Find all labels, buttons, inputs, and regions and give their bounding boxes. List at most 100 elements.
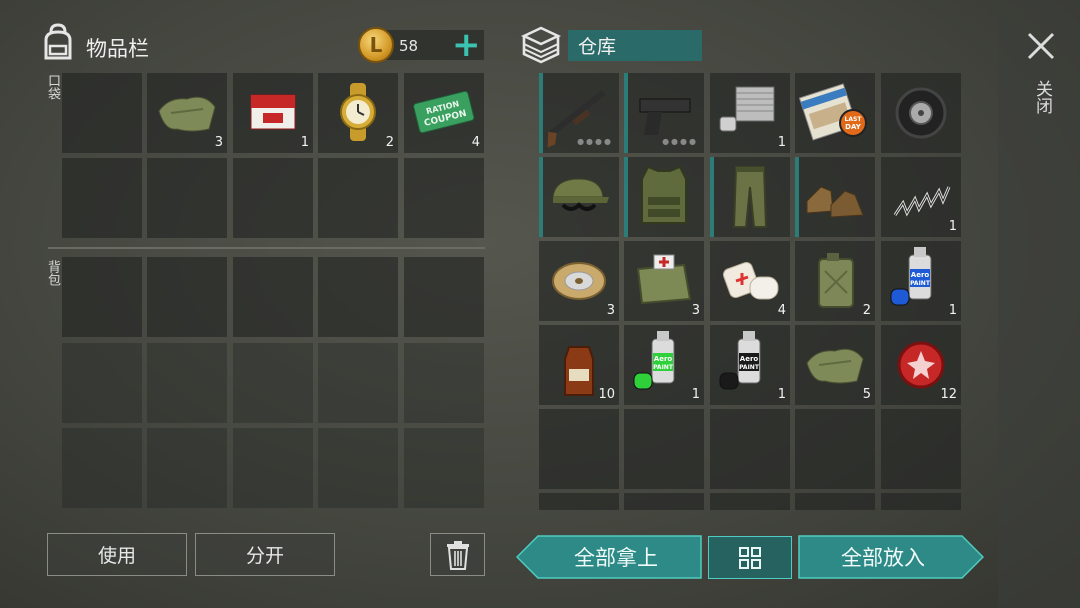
put-all-button[interactable]: 全部放入 [798,535,968,579]
add-coins-button[interactable]: + [452,28,481,62]
close-label[interactable]: 关闭 [1030,80,1055,114]
empty-slot[interactable] [62,158,142,238]
empty-slot[interactable] [624,493,704,510]
camo-vest-icon [641,165,687,224]
empty-slot[interactable] [795,409,875,489]
backpack-icon [44,23,72,60]
empty-slot[interactable] [881,409,961,489]
empty-slot[interactable] [404,158,484,238]
item-count: 3 [214,135,223,150]
empty-slot[interactable] [147,428,227,508]
item-slot[interactable]: 1 [710,73,790,153]
item-slot[interactable] [795,157,875,237]
empty-slot[interactable] [404,343,484,423]
trash-icon [446,540,469,570]
item-slot[interactable]: 3 [147,73,227,153]
item-slot[interactable]: 3 [539,241,619,321]
empty-slot[interactable] [62,257,142,337]
item-count: 1 [691,387,700,402]
item-slot[interactable]: RATION COUPON 4 [404,73,484,153]
empty-slot[interactable] [233,343,313,423]
empty-slot[interactable] [710,493,790,510]
empty-slot[interactable] [404,428,484,508]
item-slot[interactable]: 1 [233,73,313,153]
svg-text:LAST: LAST [845,116,863,123]
empty-slot[interactable] [318,343,398,423]
empty-slot[interactable] [62,343,142,423]
trash-button[interactable] [430,533,485,576]
item-slot[interactable]: 3 [624,241,704,321]
durability-dots: ●●●● [577,137,613,146]
empty-slot[interactable] [62,73,142,153]
camo-pants-icon [732,166,768,228]
empty-slot[interactable] [624,409,704,489]
item-slot[interactable] [710,157,790,237]
item-slot[interactable]: 5 [795,325,875,405]
svg-text:Aero: Aero [654,355,673,363]
camo-cap-icon [552,178,609,211]
close-icon[interactable] [1026,31,1056,61]
empty-slot[interactable] [147,257,227,337]
empty-slot[interactable] [539,493,619,510]
item-slot[interactable]: 4 [710,241,790,321]
grid-view-button[interactable] [708,536,792,579]
empty-slot[interactable] [881,493,961,510]
item-slot[interactable]: 10 [539,325,619,405]
svg-text:PAINT: PAINT [653,364,674,371]
durability-dots: ●●●● [662,137,698,146]
empty-slot[interactable] [318,428,398,508]
empty-slot[interactable] [62,428,142,508]
boots-icon [806,186,864,218]
svg-text:DAY: DAY [845,123,862,131]
item-count: 4 [471,135,480,150]
empty-slot[interactable] [233,257,313,337]
item-slot[interactable] [624,157,704,237]
empty-slot[interactable] [404,257,484,337]
item-slot[interactable]: 2 [795,241,875,321]
item-count: 1 [300,135,309,150]
empty-slot[interactable] [539,409,619,489]
empty-slot[interactable] [795,493,875,510]
grid-icon [739,546,761,569]
tire-icon [895,87,947,139]
item-slot[interactable]: 1 [881,157,961,237]
warehouse-title: 仓库 [568,30,702,61]
item-slot[interactable]: ●●●● [539,73,619,153]
item-slot[interactable]: ●●●● [624,73,704,153]
inventory-title: 物品栏 [86,37,149,61]
item-slot[interactable]: Aero PAINT 1 [881,241,961,321]
svg-text:PAINT: PAINT [739,364,760,371]
item-slot[interactable] [539,157,619,237]
empty-slot[interactable] [318,257,398,337]
item-count: 5 [862,387,871,402]
item-count: 1 [948,219,957,234]
item-slot[interactable]: Aero PAINT 1 [624,325,704,405]
empty-slot[interactable] [147,158,227,238]
item-count: 1 [777,387,786,402]
empty-slot[interactable] [318,158,398,238]
backpack-label: 背包 [45,260,60,286]
item-count: 2 [385,135,394,150]
item-slot[interactable]: 12 [881,325,961,405]
empty-slot[interactable] [147,343,227,423]
item-count: 1 [777,135,786,150]
gold-coin-icon: L [358,27,394,63]
svg-text:Aero: Aero [740,355,759,363]
item-slot[interactable]: Aero PAINT 1 [710,325,790,405]
item-slot[interactable] [881,73,961,153]
item-count: 3 [691,303,700,318]
item-slot[interactable]: 2 [318,73,398,153]
item-count: 10 [598,387,615,402]
magazine-icon: LASTDAY [798,83,867,141]
empty-slot[interactable] [233,158,313,238]
item-count: 1 [948,303,957,318]
pocket-label: 口袋 [45,74,60,100]
item-count: 4 [777,303,786,318]
split-button[interactable]: 分开 [195,533,335,576]
use-button[interactable]: 使用 [47,533,187,576]
empty-slot[interactable] [710,409,790,489]
item-slot[interactable]: LAST DAY [795,73,875,153]
coin-count: 58 [399,37,419,55]
empty-slot[interactable] [233,428,313,508]
take-all-button[interactable]: 全部拿上 [530,535,702,579]
